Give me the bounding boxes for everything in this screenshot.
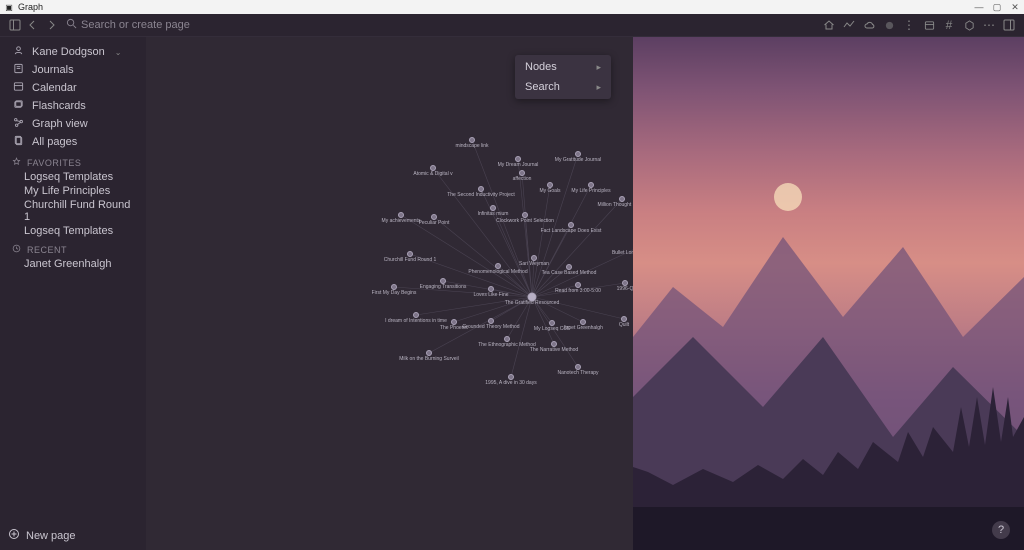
context-menu-search[interactable]: Search ▸ bbox=[515, 77, 611, 97]
graph-node[interactable] bbox=[522, 212, 528, 218]
window-titlebar: ▣ Graph — ▢ ✕ bbox=[0, 0, 1024, 14]
sidebar-item-label: Calendar bbox=[32, 82, 77, 94]
graph-node[interactable] bbox=[469, 137, 475, 143]
graph-node[interactable] bbox=[391, 284, 397, 290]
graph-node[interactable] bbox=[478, 186, 484, 192]
graph-node[interactable] bbox=[488, 286, 494, 292]
calendar-icon bbox=[12, 81, 24, 95]
window-maximize-button[interactable]: ▢ bbox=[988, 0, 1006, 14]
sidebar-item-label: Graph view bbox=[32, 118, 88, 130]
graph-node[interactable] bbox=[549, 320, 555, 326]
app-icon: ▣ bbox=[4, 2, 14, 12]
graph-node[interactable] bbox=[490, 205, 496, 211]
clock-icon bbox=[12, 244, 21, 255]
star-icon bbox=[12, 157, 21, 168]
graph-node[interactable] bbox=[566, 264, 572, 270]
right-panel-toggle-button[interactable] bbox=[1000, 16, 1018, 34]
search-icon bbox=[66, 18, 77, 32]
sidebar-item-graph-view[interactable]: Graph view bbox=[8, 115, 138, 133]
graph-node[interactable] bbox=[515, 156, 521, 162]
graph-view-panel[interactable]: mindscape linkMy Dream JournalMy Gratitu… bbox=[146, 37, 633, 550]
graph-node[interactable] bbox=[451, 319, 457, 325]
user-icon bbox=[12, 45, 24, 59]
context-menu-nodes[interactable]: Nodes ▸ bbox=[515, 57, 611, 77]
sidebar-item-label: Journals bbox=[32, 64, 74, 76]
favorites-header: FAVORITES bbox=[8, 151, 138, 170]
analytics-icon[interactable] bbox=[840, 16, 858, 34]
pages-icon bbox=[12, 135, 24, 149]
graph-node[interactable] bbox=[398, 212, 404, 218]
window-close-button[interactable]: ✕ bbox=[1006, 0, 1024, 14]
graph-node[interactable] bbox=[426, 350, 432, 356]
graph-node[interactable] bbox=[440, 278, 446, 284]
sidebar-item-journals[interactable]: Journals bbox=[8, 61, 138, 79]
graph-node[interactable] bbox=[431, 214, 437, 220]
favorite-item[interactable]: Logseq Templates bbox=[8, 224, 138, 238]
graph-node[interactable] bbox=[413, 312, 419, 318]
graph-node[interactable] bbox=[551, 341, 557, 347]
home-button[interactable] bbox=[820, 16, 838, 34]
workspace-name: Kane Dodgson bbox=[32, 46, 105, 58]
flashcards-icon bbox=[12, 99, 24, 113]
graph-context-menu: Nodes ▸ Search ▸ bbox=[515, 55, 611, 99]
graph-node[interactable] bbox=[531, 255, 537, 261]
graph-node[interactable] bbox=[430, 165, 436, 171]
favorite-item[interactable]: Churchill Fund Round 1 bbox=[8, 198, 138, 224]
sidebar-item-label: Flashcards bbox=[32, 100, 86, 112]
graph-node[interactable] bbox=[407, 251, 413, 257]
calendar-toolbar-icon[interactable] bbox=[920, 16, 938, 34]
right-panel-artwork: ? bbox=[633, 37, 1024, 550]
search-box[interactable]: Search or create page bbox=[66, 18, 820, 32]
toolbar: Search or create page ⋮ # ⋯ bbox=[0, 14, 1024, 37]
new-page-label: New page bbox=[26, 530, 76, 542]
graph-node[interactable] bbox=[528, 293, 537, 302]
graph-node[interactable] bbox=[575, 364, 581, 370]
window-minimize-button[interactable]: — bbox=[970, 0, 988, 14]
chevron-right-icon: ▸ bbox=[596, 62, 601, 73]
journals-icon bbox=[12, 63, 24, 77]
graph-node[interactable] bbox=[575, 151, 581, 157]
sidebar-item-all-pages[interactable]: All pages bbox=[8, 133, 138, 151]
search-placeholder: Search or create page bbox=[81, 19, 190, 31]
graph-node[interactable] bbox=[619, 196, 625, 202]
graph-node[interactable] bbox=[575, 282, 581, 288]
graph-node[interactable] bbox=[622, 280, 628, 286]
chevron-right-icon: ▸ bbox=[596, 82, 601, 93]
graph-node[interactable] bbox=[568, 222, 574, 228]
plus-circle-icon bbox=[8, 528, 20, 543]
graph-edges bbox=[146, 37, 633, 550]
cloud-icon[interactable] bbox=[860, 16, 878, 34]
recent-header: RECENT bbox=[8, 238, 138, 257]
workspace-switcher[interactable]: Kane Dodgson ⌄ bbox=[8, 43, 138, 61]
overflow-button[interactable]: ⋯ bbox=[980, 16, 998, 34]
favorite-item[interactable]: Logseq Templates bbox=[8, 170, 138, 184]
sidebar-item-calendar[interactable]: Calendar bbox=[8, 79, 138, 97]
favorite-item[interactable]: My Life Principles bbox=[8, 184, 138, 198]
graph-node[interactable] bbox=[588, 182, 594, 188]
theme-icon[interactable] bbox=[880, 16, 898, 34]
new-page-button[interactable]: New page bbox=[0, 520, 146, 550]
graph-node[interactable] bbox=[621, 316, 627, 322]
graph-node[interactable] bbox=[508, 374, 514, 380]
plugin-icon[interactable] bbox=[960, 16, 978, 34]
sidebar: Kane Dodgson ⌄ Journals Calendar Flash bbox=[0, 37, 146, 550]
sidebar-item-flashcards[interactable]: Flashcards bbox=[8, 97, 138, 115]
graph-icon bbox=[12, 117, 24, 131]
graph-node[interactable] bbox=[580, 319, 586, 325]
graph-node[interactable] bbox=[547, 182, 553, 188]
window-title: Graph bbox=[18, 2, 43, 12]
graph-node[interactable] bbox=[519, 170, 525, 176]
graph-node[interactable] bbox=[488, 318, 494, 324]
help-button[interactable]: ? bbox=[992, 521, 1010, 539]
recent-item[interactable]: Janet Greenhalgh bbox=[8, 257, 138, 271]
chevron-down-icon: ⌄ bbox=[115, 48, 122, 57]
sidebar-toggle-button[interactable] bbox=[6, 16, 24, 34]
sidebar-item-label: All pages bbox=[32, 136, 77, 148]
graph-node[interactable] bbox=[504, 336, 510, 342]
nav-forward-button[interactable] bbox=[42, 16, 60, 34]
graph-node[interactable] bbox=[495, 263, 501, 269]
more-menu-button[interactable]: ⋮ bbox=[900, 16, 918, 34]
hash-icon[interactable]: # bbox=[940, 16, 958, 34]
nav-back-button[interactable] bbox=[24, 16, 42, 34]
